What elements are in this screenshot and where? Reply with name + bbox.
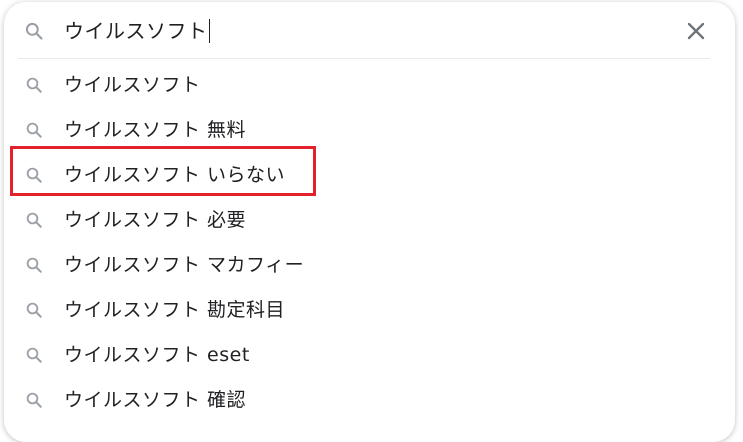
suggestion-item[interactable]: ウイルスソフト マカフィー	[4, 242, 735, 287]
search-query-text: ウイルスソフト	[64, 19, 208, 43]
text-caret	[208, 19, 210, 43]
clear-search-button[interactable]	[682, 17, 710, 45]
suggestion-item[interactable]: ウイルスソフト 勘定科目	[4, 287, 735, 332]
search-divider	[18, 58, 710, 59]
search-autocomplete-panel: ウイルスソフト ウイルスソフト ウイルスソフト 無料 ウイルスソフト いらない …	[4, 2, 735, 442]
suggestion-item[interactable]: ウイルスソフト 確認	[4, 377, 735, 422]
search-icon	[24, 21, 44, 41]
search-icon	[25, 166, 43, 184]
suggestion-item[interactable]: ウイルスソフト	[4, 62, 735, 107]
suggestion-text: ウイルスソフト eset	[64, 344, 250, 366]
search-icon	[25, 76, 43, 94]
search-icon	[25, 301, 43, 319]
search-icon	[25, 256, 43, 274]
suggestion-text: ウイルスソフト	[64, 74, 201, 96]
suggestion-text: ウイルスソフト 確認	[64, 389, 247, 411]
suggestion-text: ウイルスソフト マカフィー	[64, 254, 305, 276]
suggestion-text: ウイルスソフト 無料	[64, 119, 247, 141]
suggestion-text: ウイルスソフト 勘定科目	[64, 299, 286, 321]
search-bar: ウイルスソフト	[4, 2, 735, 58]
search-icon	[25, 121, 43, 139]
suggestion-item[interactable]: ウイルスソフト 無料	[4, 107, 735, 152]
suggestion-text: ウイルスソフト いらない	[64, 164, 286, 186]
search-icon	[25, 346, 43, 364]
search-icon	[25, 211, 43, 229]
suggestion-list: ウイルスソフト ウイルスソフト 無料 ウイルスソフト いらない ウイルスソフト …	[4, 62, 735, 422]
search-input[interactable]: ウイルスソフト	[64, 16, 210, 46]
suggestion-text: ウイルスソフト 必要	[64, 209, 247, 231]
suggestion-item[interactable]: ウイルスソフト 必要	[4, 197, 735, 242]
close-icon	[682, 22, 710, 49]
search-icon	[25, 391, 43, 409]
suggestion-item[interactable]: ウイルスソフト いらない	[4, 152, 735, 197]
suggestion-item[interactable]: ウイルスソフト eset	[4, 332, 735, 377]
